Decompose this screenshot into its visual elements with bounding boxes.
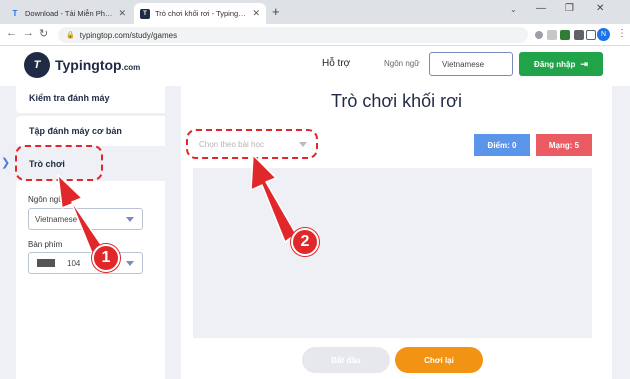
step-badge-1: 1 [92,244,120,272]
arrow-2-icon [250,154,297,243]
annotation-arrows [57,154,297,259]
step-badge-2: 2 [291,228,319,256]
